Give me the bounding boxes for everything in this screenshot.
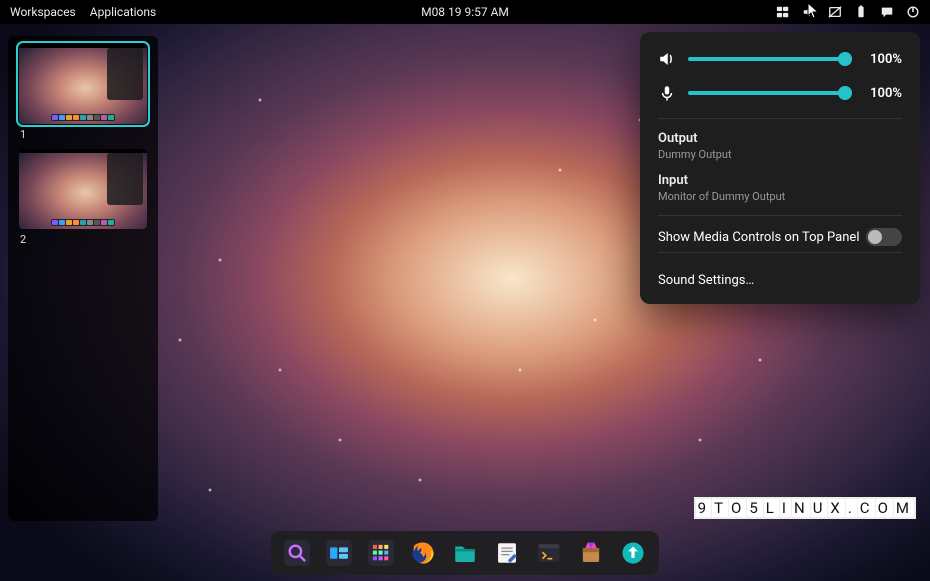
app-store-icon[interactable] (281, 537, 313, 569)
workspace-thumb-1[interactable] (19, 44, 147, 124)
workspace-switcher-pane: 1 2 (8, 36, 158, 521)
media-controls-toggle[interactable] (866, 228, 902, 246)
divider (658, 215, 902, 216)
divider (658, 252, 902, 253)
panel-applications-button[interactable]: Applications (90, 5, 156, 19)
output-device-label[interactable]: Dummy Output (658, 148, 902, 161)
input-heading: Input (658, 173, 902, 188)
output-volume-slider[interactable] (688, 52, 852, 66)
screenshot-tray-icon[interactable] (828, 5, 842, 19)
window-list-icon[interactable] (776, 5, 790, 19)
workspaces-app-icon[interactable] (323, 537, 355, 569)
divider (658, 118, 902, 119)
workspace-label-1: 1 (20, 128, 150, 141)
mouse-cursor-icon (807, 2, 821, 24)
package-installer-icon[interactable] (575, 537, 607, 569)
watermark-text: 9TO5LINUX.COM (694, 497, 916, 519)
sound-settings-link[interactable]: Sound Settings… (658, 265, 902, 292)
microphone-icon (658, 84, 676, 102)
chat-tray-icon[interactable] (880, 5, 894, 19)
output-volume-percent: 100% (864, 52, 902, 67)
panel-workspaces-button[interactable]: Workspaces (10, 5, 76, 19)
workspace-thumb-2[interactable] (19, 149, 147, 229)
terminal-icon[interactable] (533, 537, 565, 569)
input-volume-slider[interactable] (688, 86, 852, 100)
upgrade-icon[interactable] (617, 537, 649, 569)
top-panel: Workspaces Applications M08 19 9:57 AM (0, 0, 930, 24)
output-heading: Output (658, 131, 902, 146)
speaker-icon (658, 50, 676, 68)
workspace-label-2: 2 (20, 233, 150, 246)
app-grid-icon[interactable] (365, 537, 397, 569)
input-device-label[interactable]: Monitor of Dummy Output (658, 190, 902, 203)
firefox-icon[interactable] (407, 537, 439, 569)
text-editor-icon[interactable] (491, 537, 523, 569)
input-volume-percent: 100% (864, 86, 902, 101)
battery-tray-icon[interactable] (854, 5, 868, 19)
power-tray-icon[interactable] (906, 5, 920, 19)
panel-clock[interactable]: M08 19 9:57 AM (421, 5, 509, 19)
files-icon[interactable] (449, 537, 481, 569)
media-controls-toggle-label: Show Media Controls on Top Panel (658, 230, 859, 245)
sound-popover: 100% 100% Output Dummy Output Input Moni… (640, 32, 920, 304)
dock (271, 531, 659, 575)
